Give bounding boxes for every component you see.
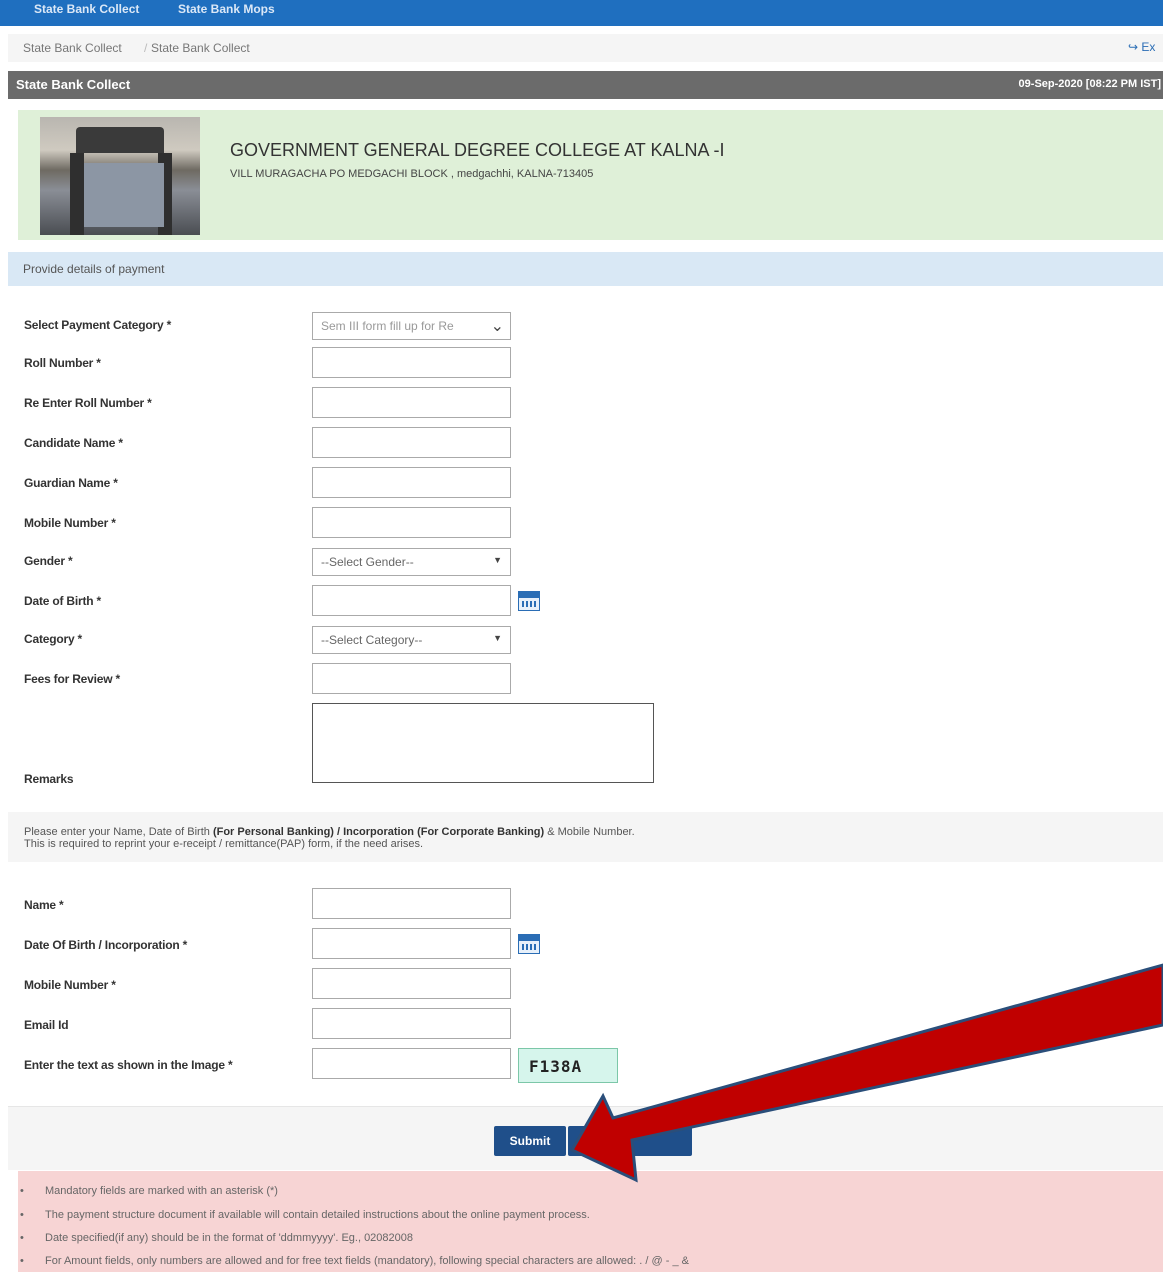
dob-label: Date of Birth * — [24, 594, 102, 608]
gate-pillar-left — [70, 153, 84, 235]
payment-category-value: Sem III form fill up for Re — [321, 319, 454, 333]
calendar-icon[interactable] — [518, 591, 540, 611]
breadcrumb: State Bank Collect / State Bank Collect … — [8, 34, 1163, 62]
email-input[interactable] — [312, 1008, 511, 1039]
breadcrumb-separator: / — [144, 41, 148, 55]
email-label: Email Id — [24, 1018, 69, 1032]
calendar-icon[interactable] — [518, 934, 540, 954]
gate-arch — [76, 127, 164, 153]
reprint-mobile-label: Mobile Number * — [24, 978, 116, 992]
captcha-input[interactable] — [312, 1048, 511, 1079]
category-select[interactable]: --Select Category-- ▼ — [312, 626, 511, 654]
nav-item-state-bank-mops[interactable]: State Bank Mops — [178, 2, 275, 16]
caret-down-icon: ▼ — [493, 555, 502, 565]
category-value: --Select Category-- — [321, 633, 423, 647]
gender-label: Gender * — [24, 554, 73, 568]
reprint-note-bold: (For Personal Banking) / Incorporation (… — [212, 826, 545, 838]
remarks-label: Remarks — [24, 772, 74, 786]
nav-item-state-bank-collect[interactable]: State Bank Collect — [34, 2, 139, 16]
top-nav: State Bank Collect State Bank Mops — [0, 0, 1163, 26]
dob-input[interactable] — [312, 585, 511, 616]
gender-select[interactable]: --Select Gender-- ▼ — [312, 548, 511, 576]
exit-icon: ↪ — [1128, 40, 1139, 54]
payment-details-heading: Provide details of payment — [23, 262, 165, 276]
fees-label: Fees for Review * — [24, 672, 120, 686]
candidate-name-label: Candidate Name * — [24, 436, 123, 450]
guardian-name-label: Guardian Name * — [24, 476, 118, 490]
reprint-note-line1: Please enter your Name, Date of Birth (F… — [24, 826, 635, 838]
captcha-label: Enter the text as shown in the Image * — [24, 1058, 233, 1072]
breadcrumb-item-2: State Bank Collect — [151, 41, 250, 55]
chevron-down-icon: ⌄ — [490, 318, 504, 335]
category-label: Category * — [24, 632, 83, 646]
remarks-textarea[interactable] — [312, 703, 654, 783]
instructions-panel: • Mandatory fields are marked with an ast… — [18, 1171, 1163, 1272]
reprint-note: Please enter your Name, Date of Birth (F… — [8, 812, 1163, 862]
exit-link[interactable]: ↪ Ex — [1128, 40, 1155, 54]
dob-incorporation-label: Date Of Birth / Incorporation * — [24, 938, 188, 952]
payment-details-bar: Provide details of payment — [8, 252, 1163, 286]
note-text: Mandatory fields are marked with an aste… — [45, 1185, 278, 1197]
reprint-note-tail: & Mobile Number. — [544, 826, 635, 838]
payment-category-label: Select Payment Category * — [24, 318, 172, 332]
dob-incorporation-input[interactable] — [312, 928, 511, 959]
captcha-text: F138A — [529, 1057, 583, 1076]
mobile-number-input[interactable] — [312, 507, 511, 538]
guardian-name-input[interactable] — [312, 467, 511, 498]
exit-label: Ex — [1141, 40, 1156, 54]
title-bar: State Bank Collect 09-Sep-2020 [08:22 PM… — [8, 71, 1163, 99]
gender-value: --Select Gender-- — [321, 555, 414, 569]
secondary-button[interactable] — [568, 1126, 692, 1156]
fees-input[interactable] — [312, 663, 511, 694]
name-input[interactable] — [312, 888, 511, 919]
reprint-note-line2: This is required to reprint your e-recei… — [24, 838, 424, 850]
reprint-note-text: Please enter your Name, Date of Birth — [24, 826, 213, 838]
re-roll-number-input[interactable] — [312, 387, 511, 418]
institution-address: VILL MURAGACHA PO MEDGACHI BLOCK , medga… — [230, 168, 594, 180]
payment-category-select[interactable]: Sem III form fill up for Re ⌄ — [312, 312, 511, 340]
submit-button[interactable]: Submit — [494, 1126, 566, 1156]
mobile-number-label: Mobile Number * — [24, 516, 116, 530]
college-photo — [40, 117, 200, 235]
page-title: State Bank Collect — [16, 77, 131, 92]
roll-number-input[interactable] — [312, 347, 511, 378]
name-label: Name * — [24, 898, 64, 912]
reprint-mobile-input[interactable] — [312, 968, 511, 999]
note-text: For Amount fields, only numbers are allo… — [45, 1255, 689, 1267]
institution-name: GOVERNMENT GENERAL DEGREE COLLEGE AT KAL… — [230, 140, 725, 160]
candidate-name-input[interactable] — [312, 427, 511, 458]
note-text: The payment structure document if availa… — [45, 1209, 590, 1221]
college-building — [84, 163, 164, 227]
re-roll-number-label: Re Enter Roll Number * — [24, 396, 152, 410]
datetime-label: 09-Sep-2020 [08:22 PM IST] — [1018, 78, 1161, 90]
roll-number-label: Roll Number * — [24, 356, 101, 370]
note-text: Date specified(if any) should be in the … — [45, 1232, 414, 1244]
caret-down-icon: ▼ — [493, 633, 502, 643]
institution-header: GOVERNMENT GENERAL DEGREE COLLEGE AT KAL… — [18, 110, 1163, 240]
breadcrumb-item-1[interactable]: State Bank Collect — [23, 41, 122, 55]
captcha-image: F138A — [518, 1048, 618, 1083]
